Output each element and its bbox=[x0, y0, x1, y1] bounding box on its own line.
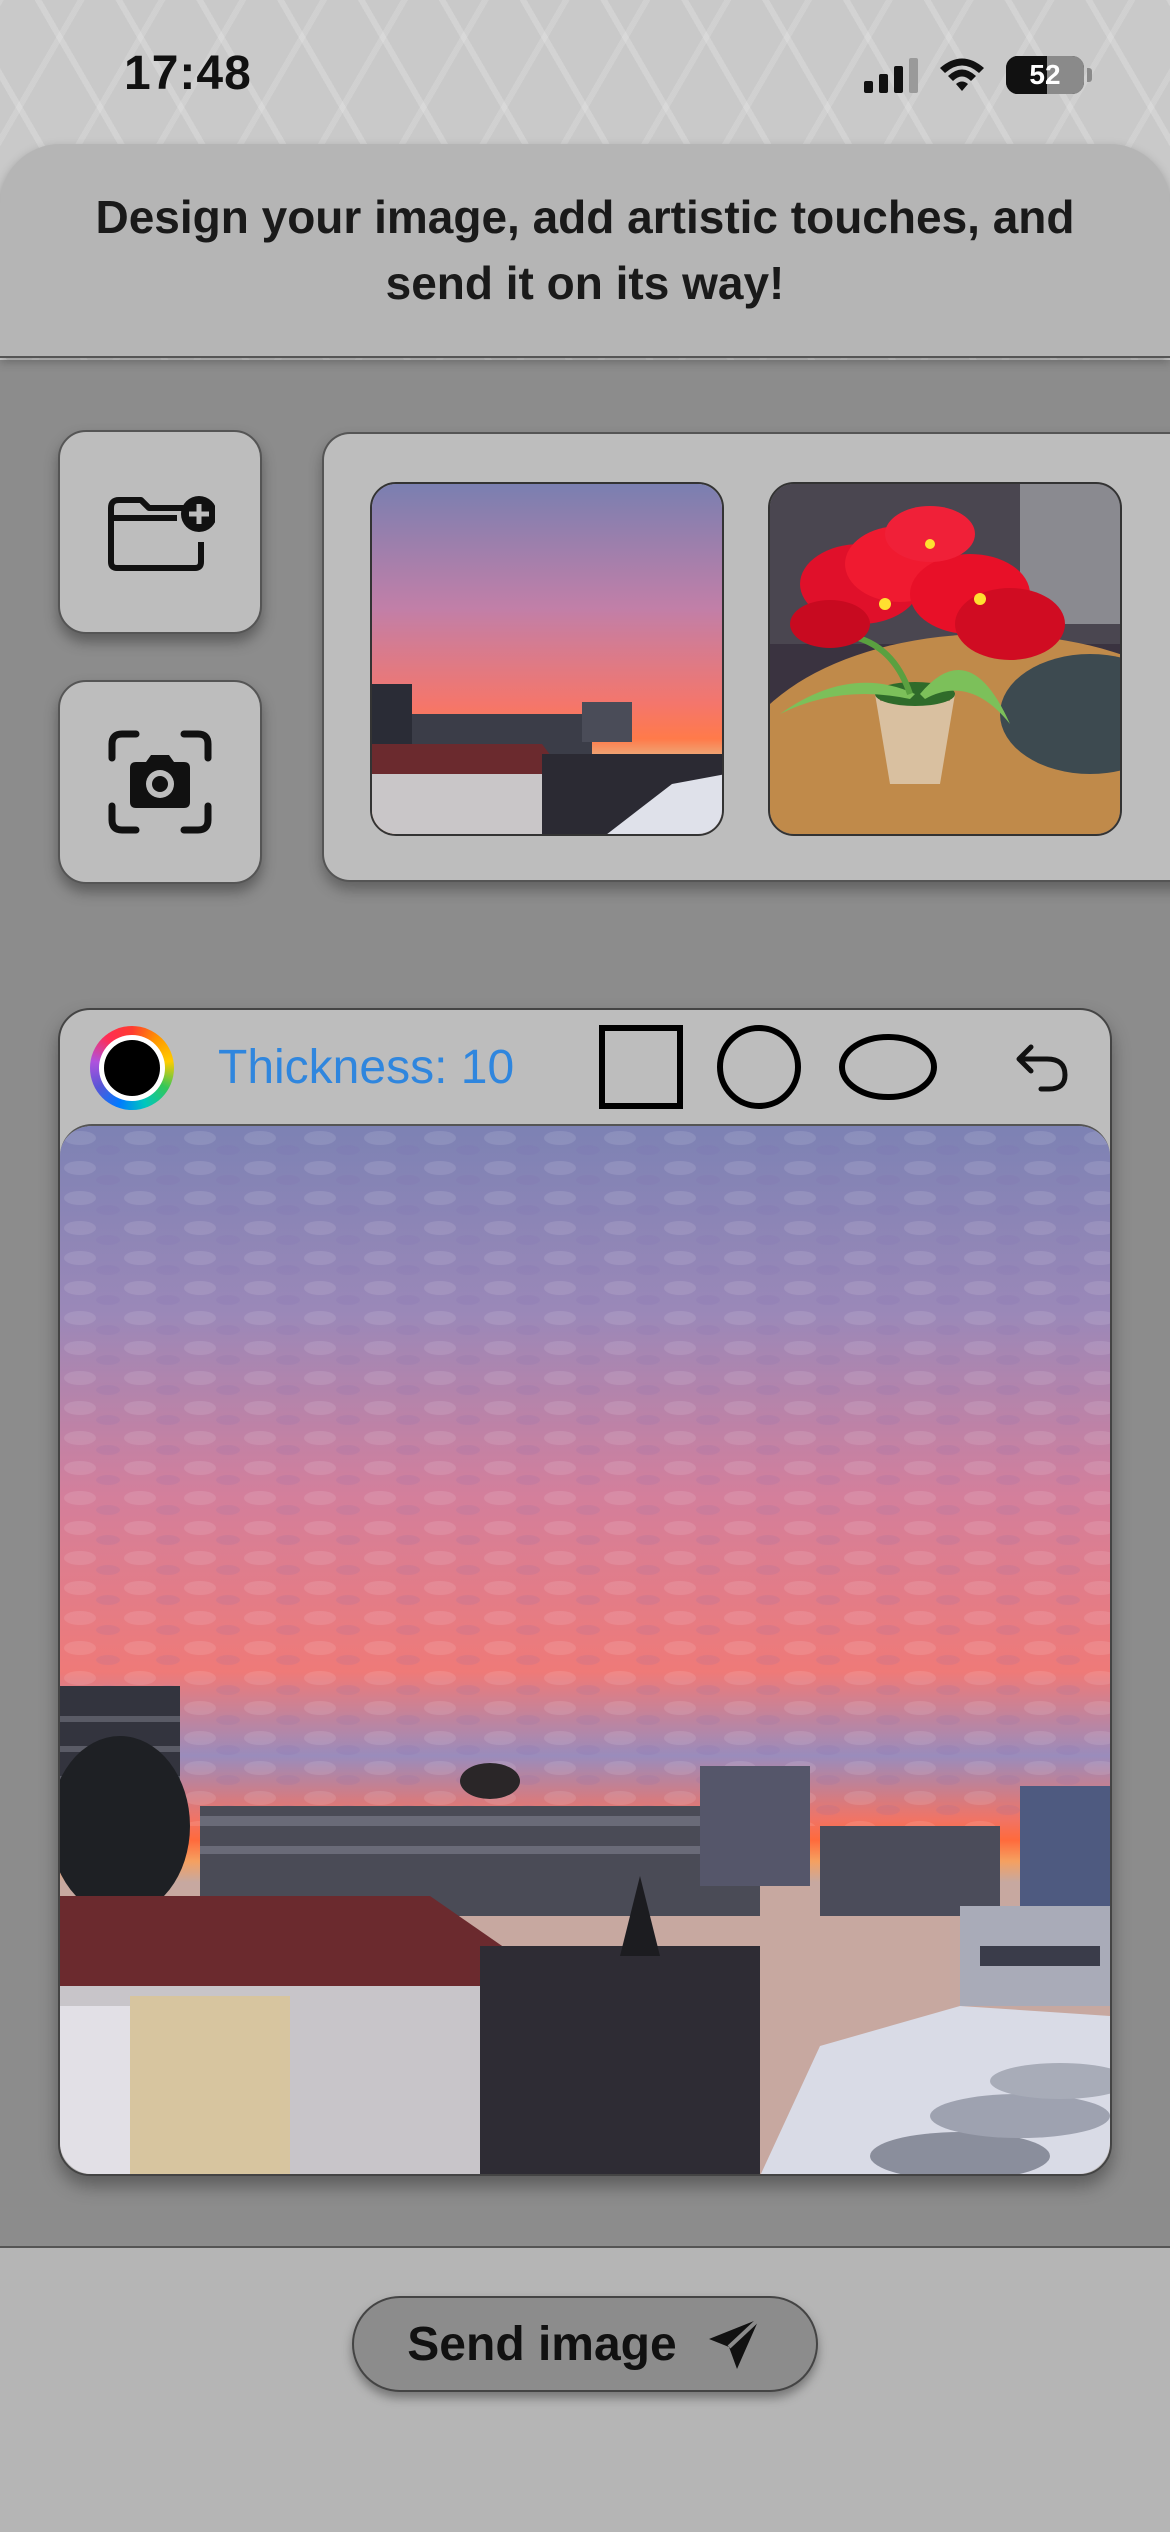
header-card: Design your image, add artistic touches,… bbox=[0, 144, 1170, 358]
thickness-control[interactable]: Thickness: 10 bbox=[218, 1040, 514, 1095]
undo-icon[interactable] bbox=[1008, 1032, 1078, 1102]
status-bar: 17:48 52 bbox=[0, 0, 1170, 150]
send-image-label: Send image bbox=[407, 2317, 677, 2371]
image-editor: Thickness: 10 bbox=[58, 1008, 1112, 2176]
status-time: 17:48 bbox=[124, 47, 252, 100]
send-image-button[interactable]: Send image bbox=[352, 2296, 818, 2392]
drawing-canvas[interactable] bbox=[60, 1124, 1110, 2174]
camera-scan-icon bbox=[108, 730, 212, 834]
ellipse-icon[interactable] bbox=[838, 1024, 938, 1110]
bottom-bar: Send image bbox=[0, 2246, 1170, 2532]
selected-color-swatch bbox=[104, 1040, 160, 1096]
header-instructions: Design your image, add artistic touches,… bbox=[95, 191, 1075, 309]
thumbnail-sunset[interactable] bbox=[370, 482, 724, 836]
battery-percent: 52 bbox=[1029, 59, 1061, 90]
circle-icon[interactable] bbox=[716, 1024, 802, 1110]
thumbnail-flowers[interactable] bbox=[768, 482, 1122, 836]
wifi-icon bbox=[938, 57, 986, 93]
color-wheel-icon[interactable] bbox=[90, 1026, 174, 1110]
image-thumbnail-strip bbox=[322, 432, 1170, 882]
rectangle-icon[interactable] bbox=[598, 1024, 684, 1110]
battery-icon: 52 bbox=[1006, 56, 1084, 94]
add-from-files-button[interactable] bbox=[58, 430, 262, 634]
folder-plus-icon bbox=[108, 496, 215, 571]
paper-plane-icon bbox=[708, 2317, 761, 2369]
cellular-signal-icon bbox=[864, 57, 918, 93]
take-photo-button[interactable] bbox=[58, 680, 262, 884]
status-icons: 52 bbox=[864, 56, 1092, 94]
